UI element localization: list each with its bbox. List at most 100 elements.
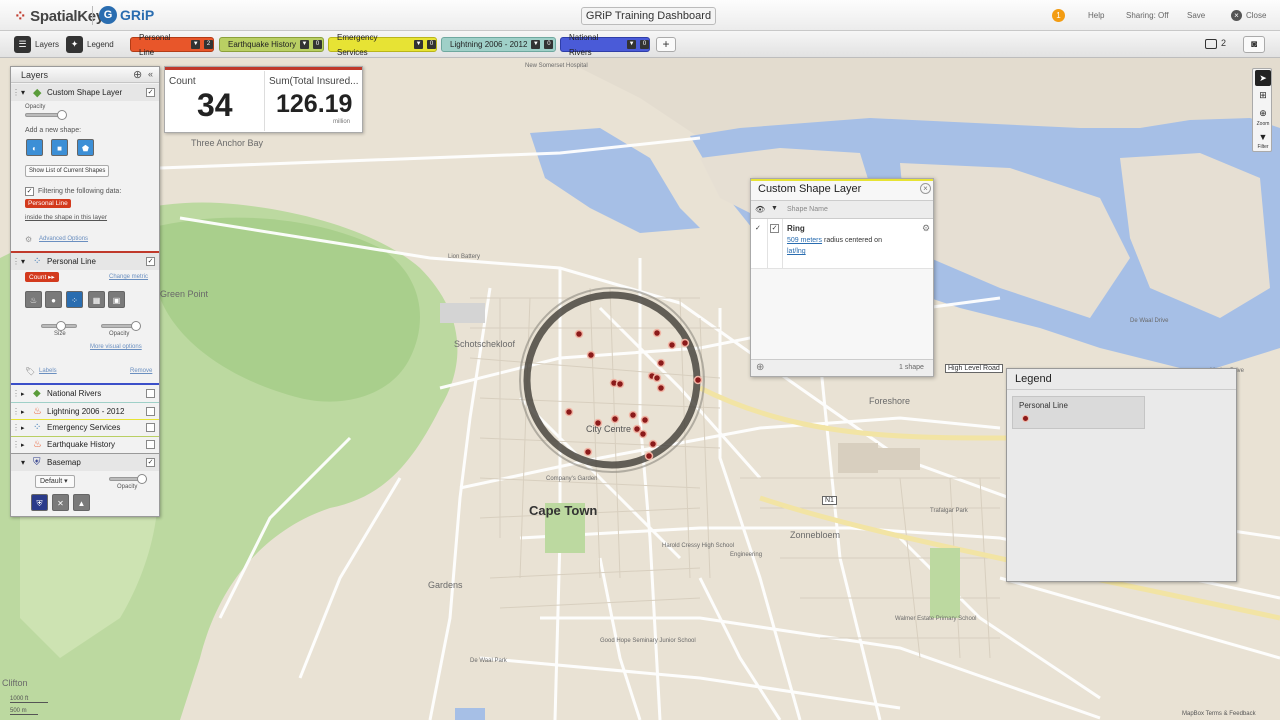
chip-national-rivers[interactable]: National Rivers ▼ 0: [560, 33, 650, 57]
inside-shape-link[interactable]: inside the shape in this layer: [25, 214, 107, 221]
layer-visibility-checkbox[interactable]: [146, 423, 155, 432]
legend-panel: Legend Personal Line: [1006, 368, 1237, 582]
layer-visibility-checkbox[interactable]: ✓: [146, 458, 155, 467]
map-attribution[interactable]: MapBox Terms & Feedback: [1182, 711, 1256, 717]
basemap-select[interactable]: Default ▾: [35, 475, 75, 488]
basemap-terrain-icon[interactable]: ▲: [73, 494, 90, 511]
visibility-icon[interactable]: 👁: [755, 205, 765, 214]
layer-custom-shape[interactable]: ⋮ ▾ ◆ Custom Shape Layer ✓: [11, 84, 159, 101]
window-icon[interactable]: [1205, 39, 1217, 49]
heatmap-icon[interactable]: ♨: [25, 291, 42, 308]
shape-row[interactable]: ✓ ✓ Ring ⚙ 509 meters radius centered on…: [751, 219, 933, 269]
basemap-satellite-icon[interactable]: ✕: [52, 494, 69, 511]
chip-emergency-services[interactable]: Emergency Services ▼ 0: [328, 33, 437, 57]
filter-checkbox[interactable]: ✓: [770, 224, 779, 233]
more-visual-options-link[interactable]: More visual options: [90, 344, 142, 350]
basemap-opacity-knob[interactable]: [137, 474, 147, 484]
drag-handle-icon[interactable]: ⋮: [11, 257, 21, 266]
layer-national-rivers[interactable]: ⋮ ▸ ◆ National Rivers: [11, 385, 159, 402]
cluster-icon[interactable]: ▣: [108, 291, 125, 308]
add-layer-button[interactable]: +: [656, 37, 676, 52]
opacity-slider-knob[interactable]: [57, 110, 67, 120]
filter-badge-personal-line[interactable]: Personal Line: [25, 199, 71, 208]
custom-shape-popup: Custom Shape Layer × 👁 ▼ Shape Name ✓ ✓ …: [750, 178, 934, 377]
layers-button[interactable]: ☰ Layers: [14, 36, 59, 53]
layer-personal-line[interactable]: ⋮ ▾ ⁘ Personal Line ✓: [11, 253, 159, 270]
expand-icon[interactable]: ▾: [21, 458, 33, 467]
circle-shape-icon[interactable]: ◐: [26, 139, 43, 156]
notification-badge[interactable]: 1: [1052, 9, 1065, 22]
drag-handle-icon[interactable]: ⋮: [11, 423, 21, 432]
opacity-slider-knob[interactable]: [131, 321, 141, 331]
scale-m: 500 m: [10, 708, 38, 715]
filter-icon: ▼: [191, 40, 201, 49]
chip-personal-line[interactable]: Personal Line ▼ 2: [130, 33, 214, 57]
camera-icon[interactable]: ◙: [1243, 36, 1265, 53]
expand-icon[interactable]: ▾: [21, 257, 33, 266]
expand-icon[interactable]: ▸: [21, 424, 33, 432]
latlng-link[interactable]: lat/lng: [787, 248, 806, 255]
change-metric-link[interactable]: Change metric: [109, 274, 148, 280]
layer-visibility-checkbox[interactable]: ✓: [146, 88, 155, 97]
grid-icon[interactable]: ▦: [88, 291, 105, 308]
chip-lightning[interactable]: Lightning 2006 - 2012 ▼ 0: [441, 37, 556, 52]
add-shape-icon[interactable]: ⊕: [756, 362, 764, 373]
radius-link[interactable]: 509 meters: [787, 237, 822, 244]
drag-handle-icon[interactable]: ⋮: [11, 389, 21, 398]
show-shapes-button[interactable]: Show List of Current Shapes: [25, 165, 110, 177]
sharing-status[interactable]: Sharing: Off: [1126, 11, 1169, 20]
close-icon[interactable]: ×: [1231, 10, 1242, 21]
gear-icon[interactable]: ⚙: [922, 223, 930, 234]
polygon-shape-icon[interactable]: ⬟: [77, 139, 94, 156]
basemap-street-icon[interactable]: ⛨: [31, 494, 48, 511]
points-icon[interactable]: ⁘: [66, 291, 83, 308]
sum-unit: million: [333, 119, 351, 125]
layer-earthquake-history[interactable]: ⋮ ▸ ♨ Earthquake History: [11, 436, 159, 453]
filter-icon[interactable]: ▼: [1255, 129, 1271, 145]
layer-visibility-checkbox[interactable]: [146, 440, 155, 449]
layer-basemap[interactable]: ▾ ⛨ Basemap ✓: [11, 454, 159, 471]
chip-earthquake-history[interactable]: Earthquake History ▼ 0: [219, 37, 324, 52]
layer-visibility-checkbox[interactable]: [146, 389, 155, 398]
drag-handle-icon[interactable]: ⋮: [11, 407, 21, 416]
help-link[interactable]: Help: [1088, 11, 1104, 20]
close-icon[interactable]: ×: [920, 183, 931, 194]
expand-icon[interactable]: ▸: [21, 441, 33, 449]
close-button[interactable]: Close: [1246, 11, 1266, 20]
count-metric-button[interactable]: Count ▸▸: [25, 272, 59, 282]
labels-icon[interactable]: 🏷: [25, 367, 35, 376]
zoom-select-icon[interactable]: ⊞: [1255, 87, 1271, 103]
save-button[interactable]: Save: [1187, 11, 1205, 20]
layer-name: Lightning 2006 - 2012: [47, 407, 125, 416]
remove-link[interactable]: Remove: [130, 368, 152, 374]
layer-visibility-checkbox[interactable]: [146, 407, 155, 416]
advanced-options-link[interactable]: Advanced Options: [39, 236, 88, 242]
dashboard-title[interactable]: GRiP Training Dashboard: [581, 7, 716, 25]
add-layer-icon[interactable]: ⊕: [133, 68, 142, 81]
drag-handle-icon[interactable]: ⋮: [11, 440, 21, 449]
expand-icon[interactable]: ▸: [21, 390, 33, 398]
legend-button[interactable]: ✦ Legend: [66, 36, 114, 53]
layer-emergency-services[interactable]: ⋮ ▸ ⁘ Emergency Services: [11, 419, 159, 436]
drag-handle-icon[interactable]: ⋮: [11, 88, 21, 97]
expand-icon[interactable]: ▸: [21, 408, 33, 416]
zoom-icon[interactable]: ⊕: [1255, 105, 1271, 121]
labels-link[interactable]: Labels: [39, 368, 57, 374]
rectangle-shape-icon[interactable]: ■: [51, 139, 68, 156]
size-slider-knob[interactable]: [56, 321, 66, 331]
collapse-icon[interactable]: «: [148, 69, 153, 79]
bubbles-icon[interactable]: ●: [45, 291, 62, 308]
filter-icon[interactable]: ▼: [771, 205, 778, 212]
popup-header-row: 👁 ▼ Shape Name: [751, 200, 933, 219]
legend-item[interactable]: Personal Line: [1012, 396, 1145, 429]
expand-icon[interactable]: ▾: [21, 88, 33, 97]
visibility-check[interactable]: ✓: [755, 224, 761, 232]
legend-divider: [1007, 389, 1236, 390]
advanced-options-icon[interactable]: ⚙: [25, 235, 32, 244]
filter-checkbox[interactable]: ✓: [25, 187, 34, 196]
layer-visibility-checkbox[interactable]: ✓: [146, 257, 155, 266]
layer-lightning[interactable]: ⋮ ▸ ♨ Lightning 2006 - 2012: [11, 403, 159, 420]
map-label: Schotschekloof: [454, 339, 516, 349]
pointer-icon[interactable]: ➤: [1255, 70, 1271, 86]
toolbar: ☰ Layers ✦ Legend Personal Line ▼ 2 Earthqua…: [0, 31, 1280, 58]
